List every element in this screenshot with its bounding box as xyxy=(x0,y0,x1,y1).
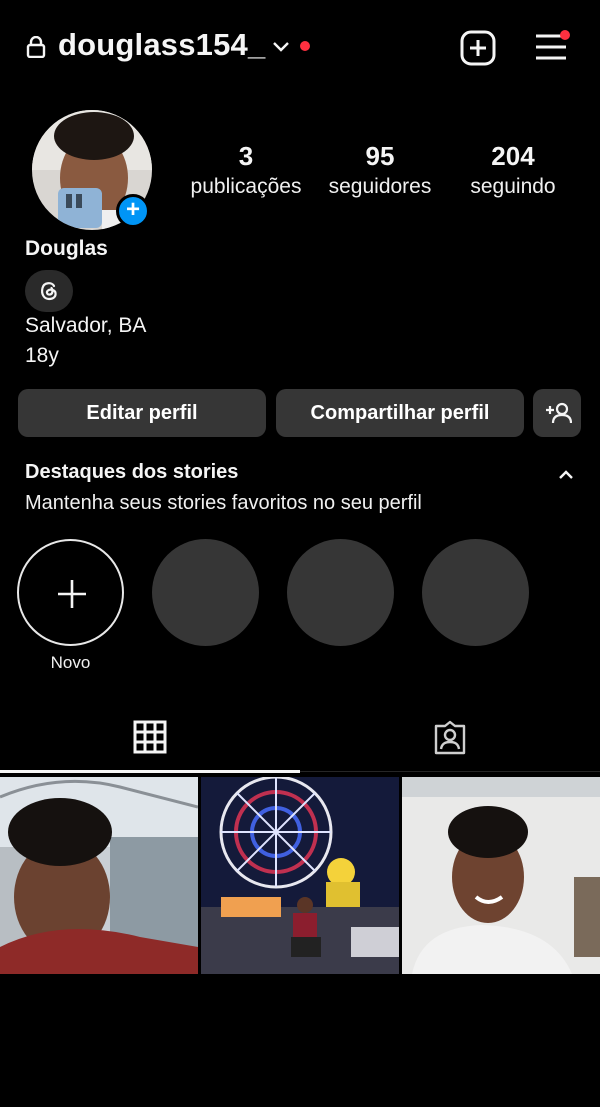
highlight-placeholder xyxy=(422,539,529,646)
create-icon[interactable] xyxy=(460,30,496,71)
highlight-placeholder xyxy=(152,539,259,646)
post-thumbnail[interactable] xyxy=(402,777,600,974)
threads-badge[interactable] xyxy=(25,270,73,312)
tab-divider xyxy=(300,771,600,772)
profile-avatar[interactable]: + xyxy=(32,110,152,230)
add-person-button[interactable] xyxy=(533,389,581,437)
following-count: 204 xyxy=(491,141,535,171)
highlights-subtitle: Mantenha seus stories favoritos no seu p… xyxy=(25,492,422,514)
grid-icon[interactable] xyxy=(133,720,167,759)
active-tab-indicator xyxy=(0,770,300,773)
posts-stat[interactable]: 3 publicações xyxy=(180,140,312,202)
post-thumbnail[interactable] xyxy=(0,777,198,974)
lock-icon xyxy=(26,35,46,63)
profile-tabs xyxy=(0,700,600,776)
bio-age: 18y xyxy=(25,344,59,367)
display-name: Douglas xyxy=(25,237,108,260)
posts-count: 3 xyxy=(238,141,254,171)
chevron-down-icon[interactable] xyxy=(272,40,290,58)
collapse-highlights-icon[interactable] xyxy=(558,467,574,485)
account-username[interactable]: douglass154_ xyxy=(58,27,265,63)
menu-notification-dot xyxy=(560,30,570,40)
edit-profile-button[interactable]: Editar perfil xyxy=(18,389,266,437)
top-bar: douglass154_ xyxy=(0,0,600,96)
followers-stat[interactable]: 95 seguidores xyxy=(320,140,440,202)
post-thumbnail[interactable] xyxy=(201,777,399,974)
new-highlight-button[interactable] xyxy=(17,539,124,646)
add-person-icon xyxy=(546,402,572,424)
add-story-button[interactable]: + xyxy=(116,194,150,228)
followers-count: 95 xyxy=(365,141,395,171)
threads-icon xyxy=(41,282,57,301)
followers-label: seguidores xyxy=(328,175,432,198)
plus-icon xyxy=(58,580,86,608)
share-profile-button[interactable]: Compartilhar perfil xyxy=(276,389,524,437)
posts-label: publicações xyxy=(190,175,302,198)
notification-dot xyxy=(300,41,310,51)
highlight-placeholder xyxy=(287,539,394,646)
following-stat[interactable]: 204 seguindo xyxy=(455,140,571,202)
highlights-title: Destaques dos stories xyxy=(25,461,239,483)
following-label: seguindo xyxy=(470,175,556,198)
new-highlight-label: Novo xyxy=(50,653,91,672)
location-text: Salvador, BA xyxy=(25,314,147,337)
tagged-icon[interactable] xyxy=(432,720,468,761)
